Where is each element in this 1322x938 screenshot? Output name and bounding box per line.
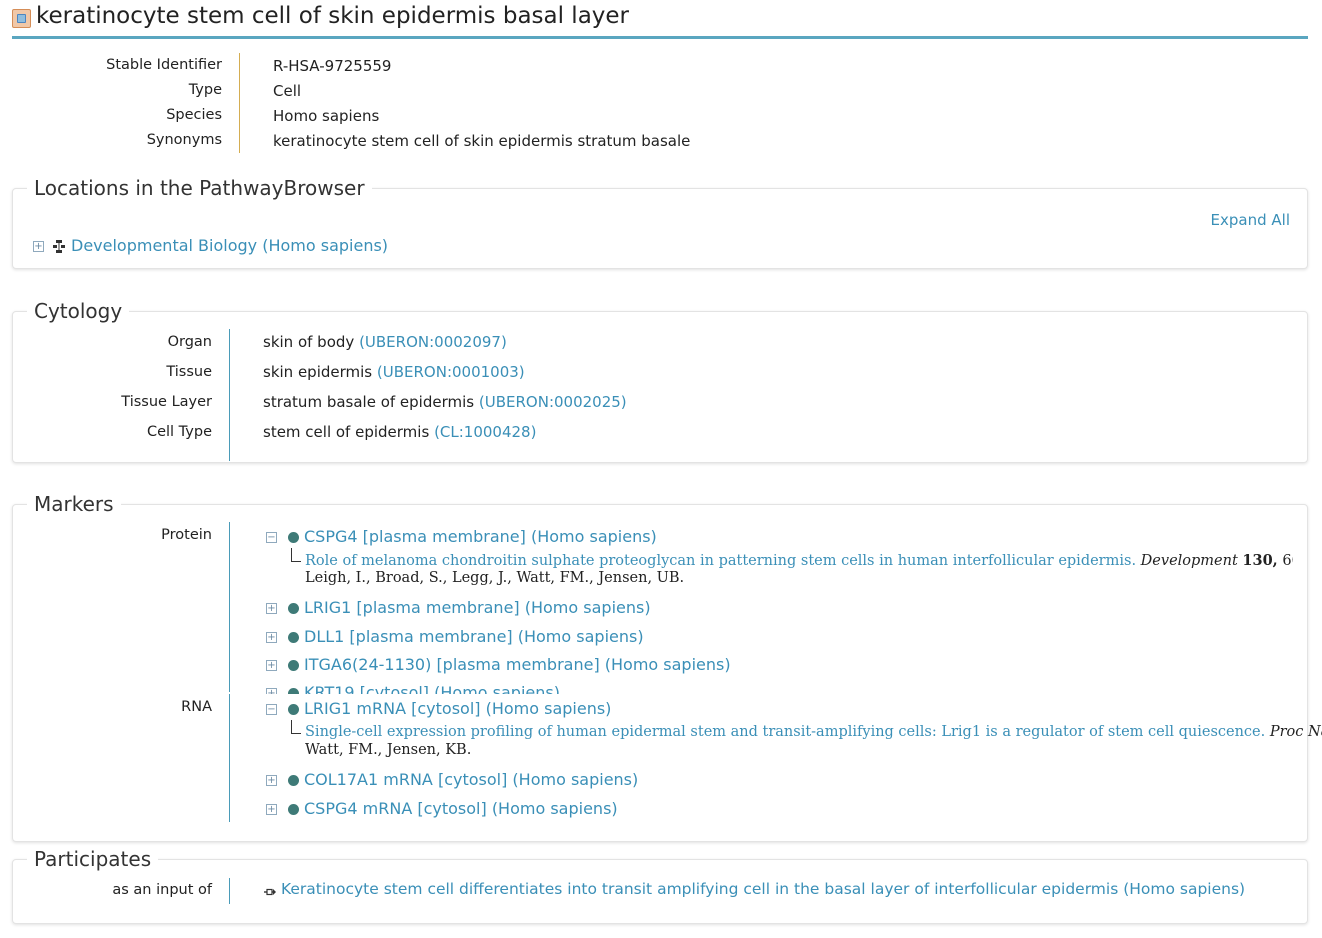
participates-heading: Participates (27, 847, 159, 871)
marker-dot (288, 775, 299, 786)
protein-reference-authors: Leigh, I., Broad, S., Legg, J., Watt, FM… (305, 570, 685, 586)
rna-marker-col17a1-link[interactable]: COL17A1 mRNA [cytosol] (Homo sapiens) (304, 770, 638, 789)
markers-heading: Markers (27, 492, 121, 516)
tissue-text: skin epidermis (263, 363, 373, 381)
marker-dot (288, 603, 299, 614)
rna-list: − LRIG1 mRNA [cytosol] (Homo sapiens) Si… (233, 694, 1322, 834)
stable-identifier-value: R-HSA-9725559 (273, 57, 392, 75)
protein-marker-itga6-link[interactable]: ITGA6(24-1130) [plasma membrane] (Homo s… (304, 655, 731, 674)
minus-box-icon[interactable]: − (266, 704, 277, 715)
marker-dot (288, 632, 299, 643)
plus-box-icon[interactable]: + (33, 241, 44, 252)
plus-box-icon[interactable]: + (266, 632, 277, 643)
protein-divider (229, 522, 230, 692)
details-divider (239, 53, 240, 153)
marker-dot (288, 660, 299, 671)
plus-box-icon[interactable]: + (266, 660, 277, 671)
cell-type-ref-link[interactable]: (CL:1000428) (434, 423, 536, 441)
rna-marker-lrig1-link[interactable]: LRIG1 mRNA [cytosol] (Homo sapiens) (304, 699, 611, 718)
protein-marker-krt19-link[interactable]: KRT19 [cytosol] (Homo sapiens) (304, 683, 560, 694)
synonyms-label: Synonyms (146, 132, 222, 148)
organ-label: Organ (167, 334, 212, 350)
cell-type-text: stem cell of epidermis (263, 423, 430, 441)
protein-reference-pages: 6049- (1282, 553, 1293, 569)
rna-reference-authors: Watt, FM., Jensen, KB. (305, 742, 472, 758)
protein-marker-dll1-link[interactable]: DLL1 [plasma membrane] (Homo sapiens) (304, 627, 644, 646)
protein-marker-cspg4-link[interactable]: CSPG4 [plasma membrane] (Homo sapiens) (304, 527, 657, 546)
input-of-label: as an input of (112, 882, 212, 898)
protein-reference-journal: Development (1140, 553, 1238, 569)
protein-scroll-list[interactable]: − CSPG4 [plasma membrane] (Homo sapiens)… (233, 505, 1293, 694)
tissue-layer-value: stratum basale of epidermis (UBERON:0002… (263, 393, 627, 411)
rna-reference-title-link[interactable]: Single-cell expression profiling of huma… (305, 724, 1265, 740)
pathway-diagram-icon (53, 240, 65, 253)
species-value: Homo sapiens (273, 107, 380, 125)
protein-reference-title-link[interactable]: Role of melanoma chondroitin sulphate pr… (305, 553, 1136, 569)
type-value: Cell (273, 82, 302, 100)
rna-marker-cspg4-link[interactable]: CSPG4 mRNA [cytosol] (Homo sapiens) (304, 799, 618, 818)
organ-ref-link[interactable]: (UBERON:0002097) (359, 333, 507, 351)
pathway-location-link[interactable]: Developmental Biology (Homo sapiens) (71, 236, 388, 255)
rna-divider (229, 694, 230, 822)
stable-identifier-label: Stable Identifier (106, 57, 222, 73)
expand-all-link[interactable]: Expand All (1211, 211, 1290, 229)
locations-heading: Locations in the PathwayBrowser (27, 176, 372, 200)
cell-type-value: stem cell of epidermis (CL:1000428) (263, 423, 536, 441)
marker-dot (288, 804, 299, 815)
participates-section: Participates as an input of Keratinocyte… (12, 847, 1308, 924)
tissue-layer-text: stratum basale of epidermis (263, 393, 475, 411)
organ-text: skin of body (263, 333, 355, 351)
type-label: Type (188, 82, 222, 98)
rna-label: RNA (181, 699, 212, 715)
plus-box-icon[interactable]: + (266, 603, 277, 614)
participates-divider (229, 878, 230, 904)
reaction-icon (264, 888, 276, 896)
locations-section: Locations in the PathwayBrowser Expand A… (12, 176, 1308, 269)
cytology-divider (229, 329, 230, 461)
organ-value: skin of body (UBERON:0002097) (263, 333, 507, 351)
cytology-section: Cytology Organ skin of body (UBERON:0002… (12, 299, 1308, 463)
tissue-ref-link[interactable]: (UBERON:0001003) (377, 363, 525, 381)
tissue-layer-ref-link[interactable]: (UBERON:0002025) (479, 393, 627, 411)
plus-box-icon[interactable]: + (266, 775, 277, 786)
protein-reference: Role of melanoma chondroitin sulphate pr… (305, 552, 1293, 569)
cell-icon (12, 9, 31, 28)
tissue-label: Tissue (166, 364, 212, 380)
species-label: Species (166, 107, 222, 123)
rna-reference: Single-cell expression profiling of huma… (305, 724, 1322, 740)
cytology-heading: Cytology (27, 299, 130, 323)
minus-box-icon[interactable]: − (266, 532, 277, 543)
tissue-layer-label: Tissue Layer (121, 394, 212, 410)
cell-type-label: Cell Type (146, 424, 212, 440)
markers-section: Markers Protein − CSPG4 [plasma membrane… (12, 492, 1322, 842)
marker-dot (288, 704, 299, 715)
synonyms-value: keratinocyte stem cell of skin epidermis… (273, 132, 691, 150)
reaction-link[interactable]: Keratinocyte stem cell differentiates in… (281, 880, 1245, 898)
page-header: keratinocyte stem cell of skin epidermis… (12, 0, 1308, 39)
plus-box-icon[interactable]: + (266, 804, 277, 815)
tissue-value: skin epidermis (UBERON:0001003) (263, 363, 525, 381)
marker-dot (288, 532, 299, 543)
protein-reference-volume: 130, (1242, 552, 1278, 569)
protein-marker-lrig1-link[interactable]: LRIG1 [plasma membrane] (Homo sapiens) (304, 598, 651, 617)
reference-connector (291, 548, 301, 562)
rna-reference-journal: Proc Nat (1269, 724, 1322, 740)
reference-connector (291, 720, 301, 734)
page-title: keratinocyte stem cell of skin epidermis… (36, 3, 630, 29)
protein-label: Protein (161, 527, 212, 543)
